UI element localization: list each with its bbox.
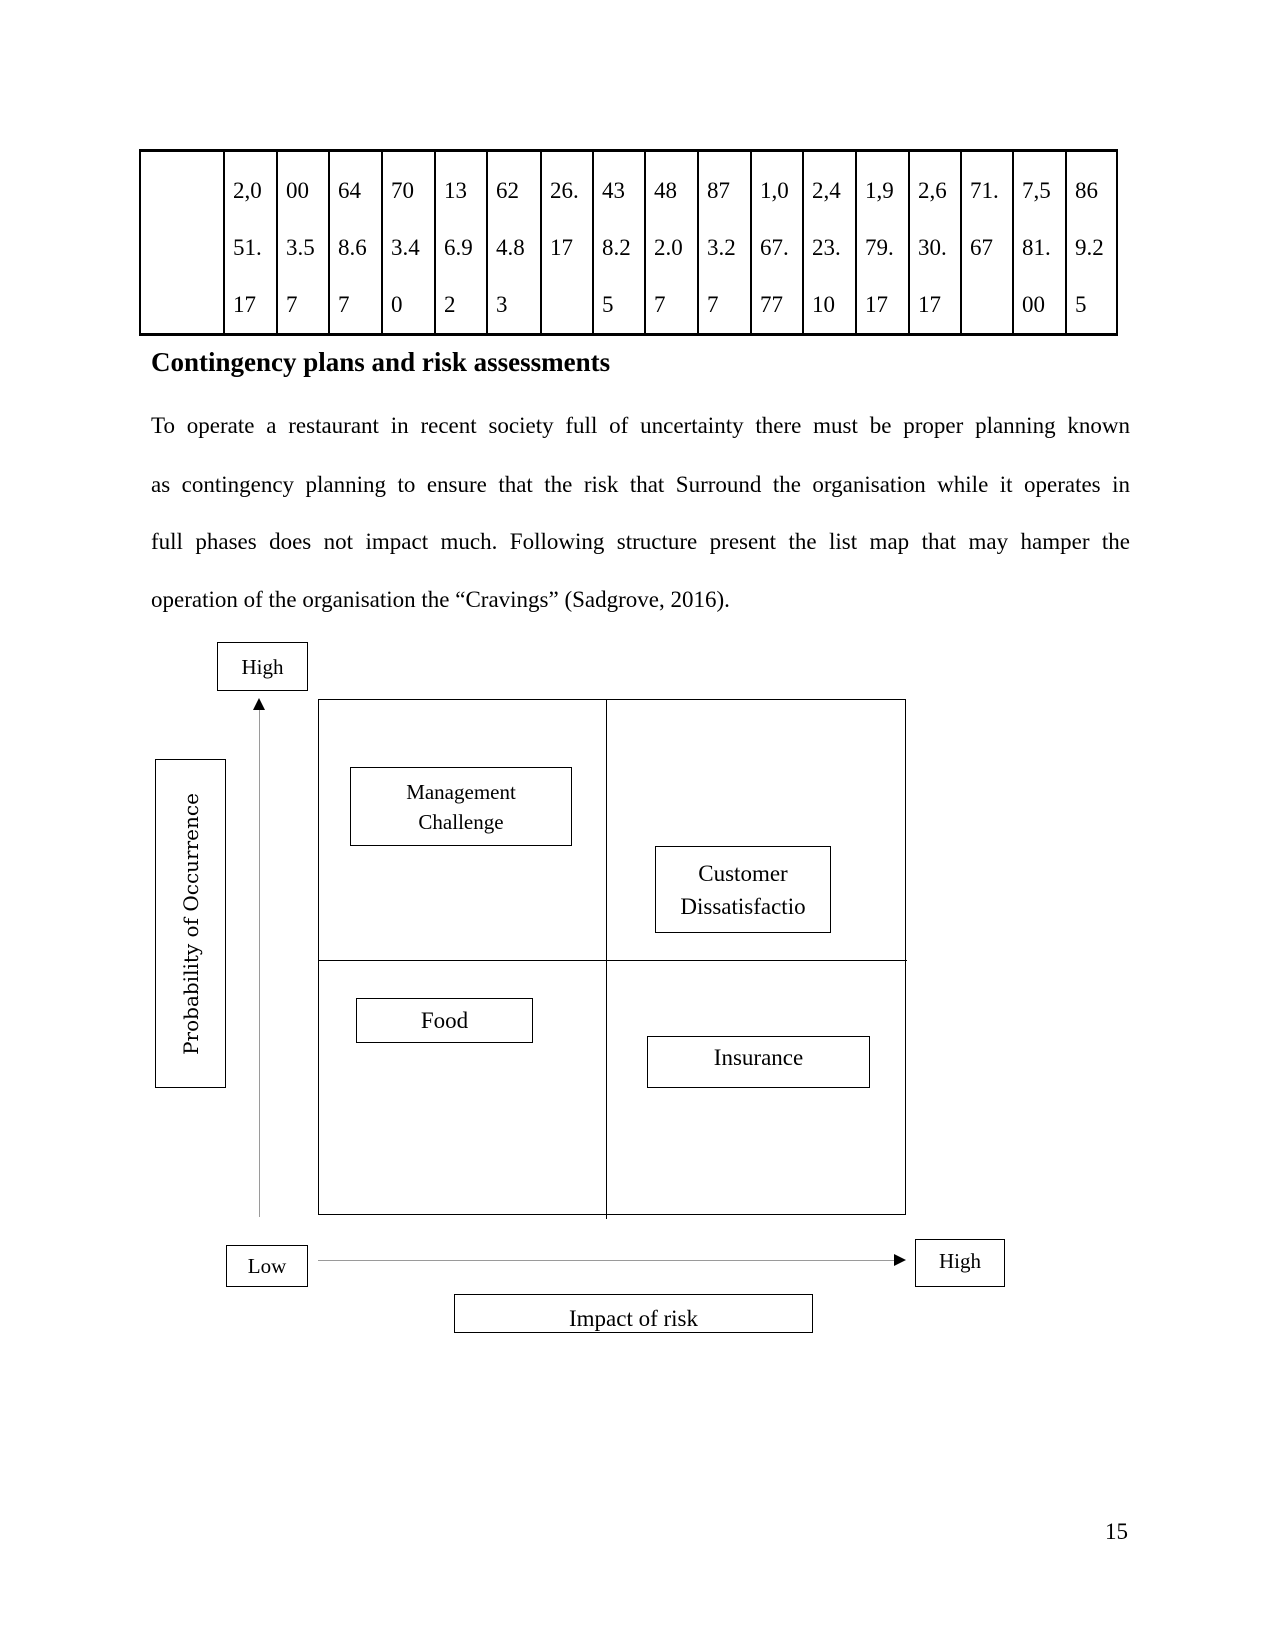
data-table: 2,0 51. 17 00 3.5 7 64 8.6 7 70 3.4 0 13 6.9 2 62 4… [139,149,1118,336]
paragraph-line: To operate a restaurant in recent societ… [151,413,1130,438]
table-row: 2,0 51. 17 00 3.5 7 64 8.6 7 70 3.4 0 13 6.9 2 62 4… [140,150,1117,335]
table-cell: 00 3.5 7 [276,150,329,335]
risk-item-management-challenge: Management Challenge [350,767,572,846]
table-cell: 2,4 23. 10 [802,150,856,335]
table-cell: 64 8.6 7 [328,150,382,335]
risk-item-insurance: Insurance [647,1036,870,1088]
table-cell: 62 4.8 3 [486,150,541,335]
risk-item-food: Food [356,998,533,1043]
arrow-up-icon [253,698,265,710]
paragraph-line: full phases does not impact much. Follow… [151,529,1130,554]
table-cell: 7,5 81. 00 [1012,150,1066,335]
table-cell: 2,0 51. 17 [223,150,277,335]
table-cell: 13 6.9 2 [434,150,487,335]
table-cell: 71. 67 [960,150,1013,335]
risk-item-customer-dissatisfaction: Customer Dissatisfactio [655,846,831,933]
y-axis-arrow-line [259,708,260,1217]
table-cell: 2,6 30. 17 [908,150,961,335]
table-cell: 43 8.2 5 [592,150,645,335]
table-cell: 1,0 67. 77 [750,150,803,335]
grid-vertical-divider [606,699,607,1219]
table-cell: 70 3.4 0 [381,150,435,335]
table-cell: 26. 17 [540,150,593,335]
arrow-right-icon [894,1254,906,1266]
page-number: 15 [1105,1519,1128,1544]
table-cell: 87 3.2 7 [697,150,751,335]
table-label-cell [140,151,224,335]
x-axis-high-label: High [915,1239,1005,1287]
section-heading: Contingency plans and risk assessments [151,347,611,377]
table-cell: 1,9 79. 17 [855,150,909,335]
x-axis-arrow-line [318,1260,895,1261]
y-axis-high-label: High [217,642,308,691]
table-cell: 86 9.2 5 [1065,150,1117,335]
paragraph-line: as contingency planning to ensure that t… [151,472,1130,497]
y-axis-title: Probability of Occurrence [178,792,203,1055]
x-axis-title: Impact of risk [454,1294,813,1333]
table-cell: 48 2.0 7 [644,150,698,335]
y-axis-title-box: Probability of Occurrence [155,759,226,1088]
x-axis-low-label: Low [226,1245,308,1287]
paragraph-line: operation of the organisation the “Cravi… [151,587,730,612]
grid-horizontal-divider [318,960,907,961]
